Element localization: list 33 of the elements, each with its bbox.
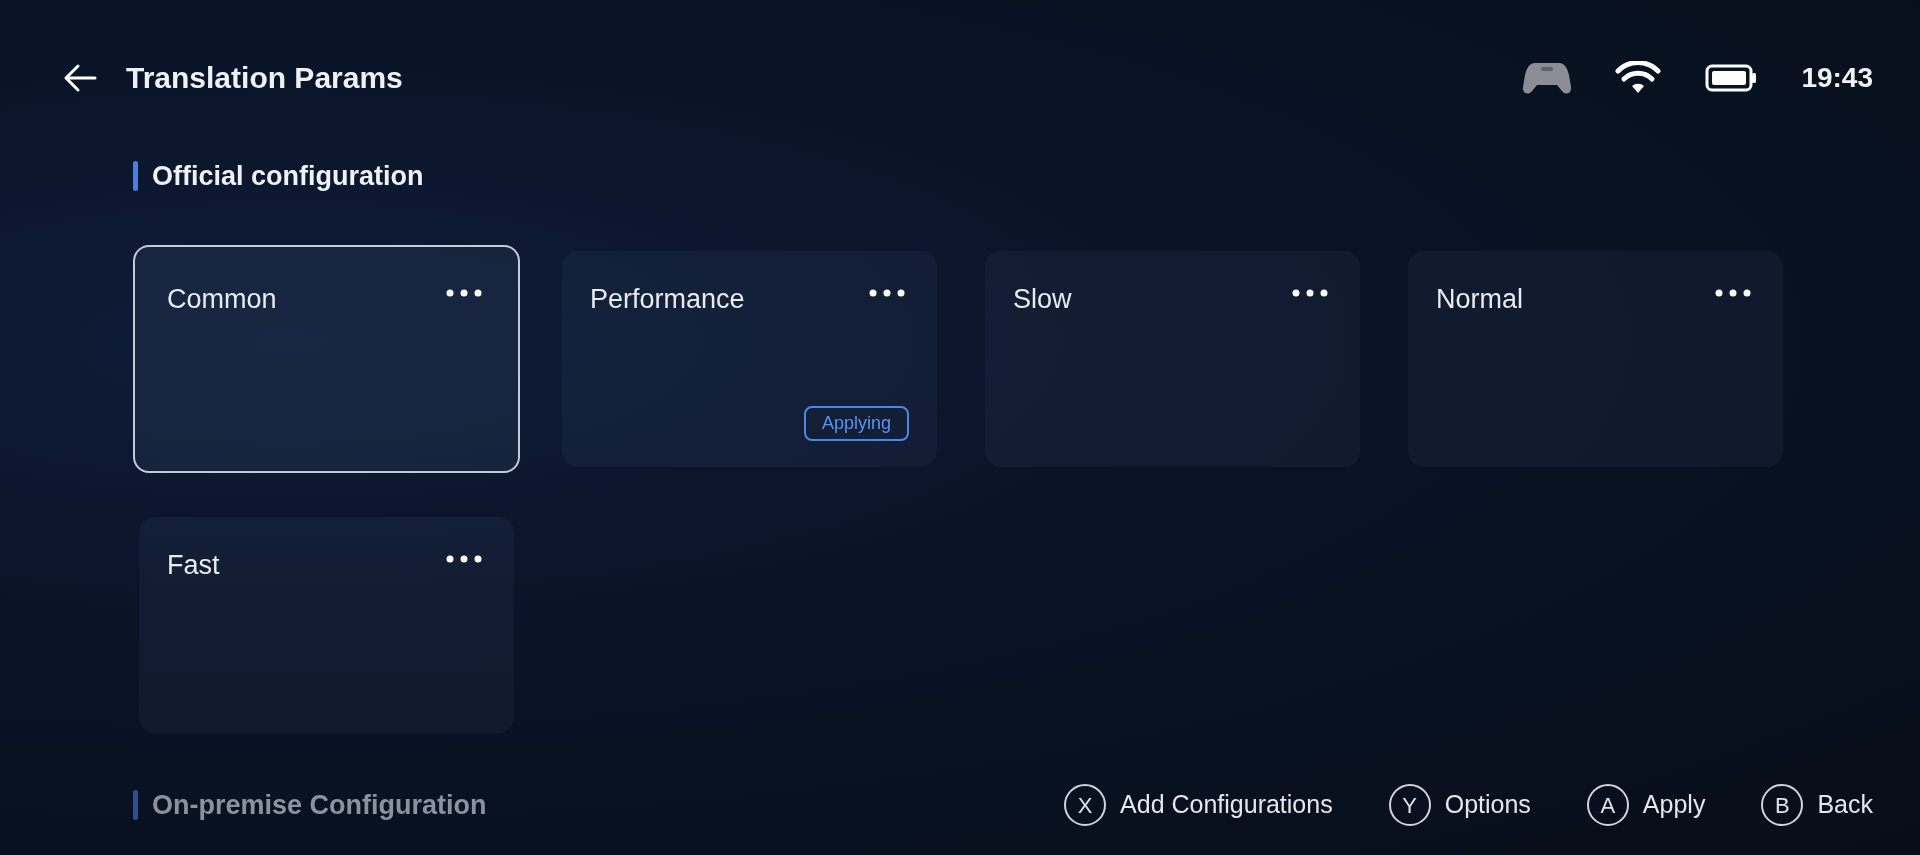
more-icon[interactable]	[446, 288, 482, 297]
more-icon[interactable]	[446, 554, 482, 563]
button-glyph[interactable]: B	[1761, 784, 1804, 826]
card-title: Fast	[167, 548, 220, 582]
more-icon[interactable]	[869, 288, 905, 297]
section-marker	[133, 161, 138, 192]
config-card[interactable]: Common	[133, 244, 520, 473]
config-card[interactable]: Performance Applying	[562, 250, 937, 467]
hint-label: Back	[1817, 789, 1873, 821]
hint-label: Apply	[1642, 789, 1706, 821]
button-glyph[interactable]: Y	[1388, 784, 1431, 826]
section-heading: On-premise Configuration	[152, 788, 487, 822]
hint-label: Options	[1444, 789, 1531, 821]
more-icon[interactable]	[1292, 288, 1328, 297]
status-badge: Applying	[803, 405, 909, 441]
card-title: Common	[167, 282, 277, 316]
card-title: Performance	[590, 282, 745, 316]
config-card[interactable]: Fast	[139, 516, 514, 733]
battery-icon	[1705, 64, 1758, 92]
clock: 19:43	[1801, 61, 1873, 95]
page-title: Translation Params	[126, 60, 403, 96]
section-heading: Official configuration	[152, 160, 424, 193]
section-marker	[133, 790, 138, 820]
button-glyph[interactable]: A	[1586, 784, 1629, 826]
config-card[interactable]: Slow	[985, 250, 1360, 467]
card-title: Slow	[1013, 282, 1072, 316]
card-title: Normal	[1436, 282, 1523, 316]
more-icon[interactable]	[1715, 288, 1751, 297]
gamepad-icon	[1523, 61, 1572, 95]
hint-label: Add Configurations	[1120, 789, 1333, 821]
button-glyph[interactable]: X	[1064, 784, 1107, 826]
wifi-icon	[1615, 61, 1662, 95]
config-card[interactable]: Normal	[1408, 250, 1783, 467]
